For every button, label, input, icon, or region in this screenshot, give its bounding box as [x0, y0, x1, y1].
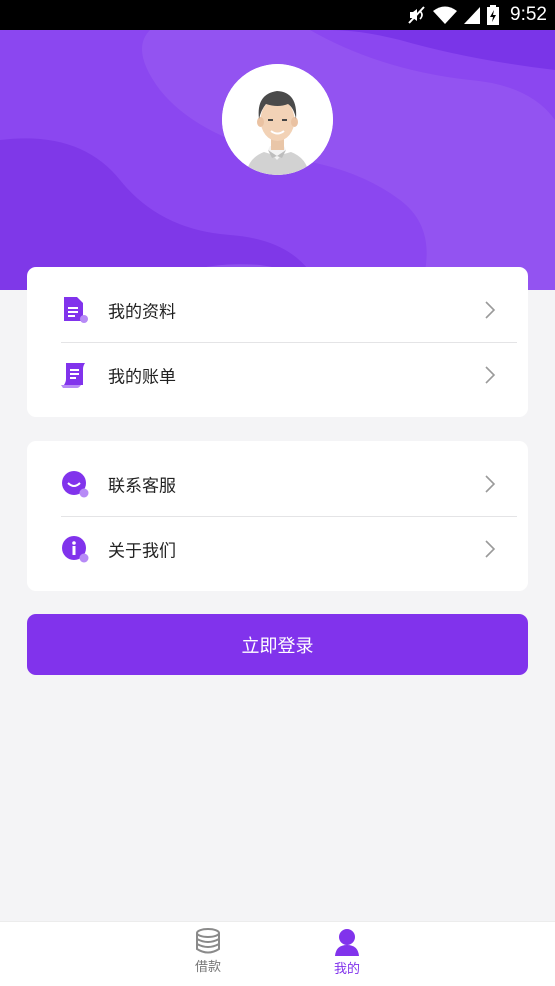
menu-item-label: 关于我们 [108, 541, 176, 562]
menu-item-label: 我的资料 [108, 302, 176, 323]
tab-mine[interactable]: 我的 [307, 928, 387, 984]
chevron-right-icon [485, 475, 496, 493]
chevron-right-icon [485, 366, 496, 384]
tab-label: 借款 [194, 960, 221, 975]
menu-item-my-profile[interactable]: 我的资料 [27, 278, 528, 342]
login-button[interactable]: 立即登录 [27, 614, 528, 675]
mute-icon [408, 6, 425, 24]
document-icon [64, 297, 88, 323]
status-time: 9:52 [510, 4, 547, 25]
tab-label: 我的 [333, 962, 360, 977]
status-bar: 9:52 [0, 0, 555, 30]
battery-icon [487, 5, 500, 25]
menu-item-about-us[interactable]: 关于我们 [27, 517, 528, 581]
signal-icon [464, 7, 481, 24]
bill-icon [61, 363, 85, 388]
chat-bubble-icon [62, 471, 89, 498]
chevron-right-icon [485, 540, 496, 558]
coins-icon [196, 928, 220, 954]
bottom-tab-bar: 借款 我的 [0, 921, 555, 986]
menu-item-label: 我的账单 [108, 367, 176, 388]
info-icon [62, 536, 89, 563]
menu-item-my-bill[interactable]: 我的账单 [27, 343, 528, 407]
menu-card-support: 联系客服 关于我们 [27, 441, 528, 591]
wifi-icon [433, 6, 458, 24]
menu-item-contact-service[interactable]: 联系客服 [27, 452, 528, 516]
menu-card-account: 我的资料 我的账单 [27, 267, 528, 417]
person-icon [335, 929, 359, 956]
user-avatar-icon[interactable] [222, 64, 333, 175]
menu-item-label: 联系客服 [108, 476, 176, 497]
tab-loan[interactable]: 借款 [168, 928, 248, 984]
chevron-right-icon [485, 301, 496, 319]
